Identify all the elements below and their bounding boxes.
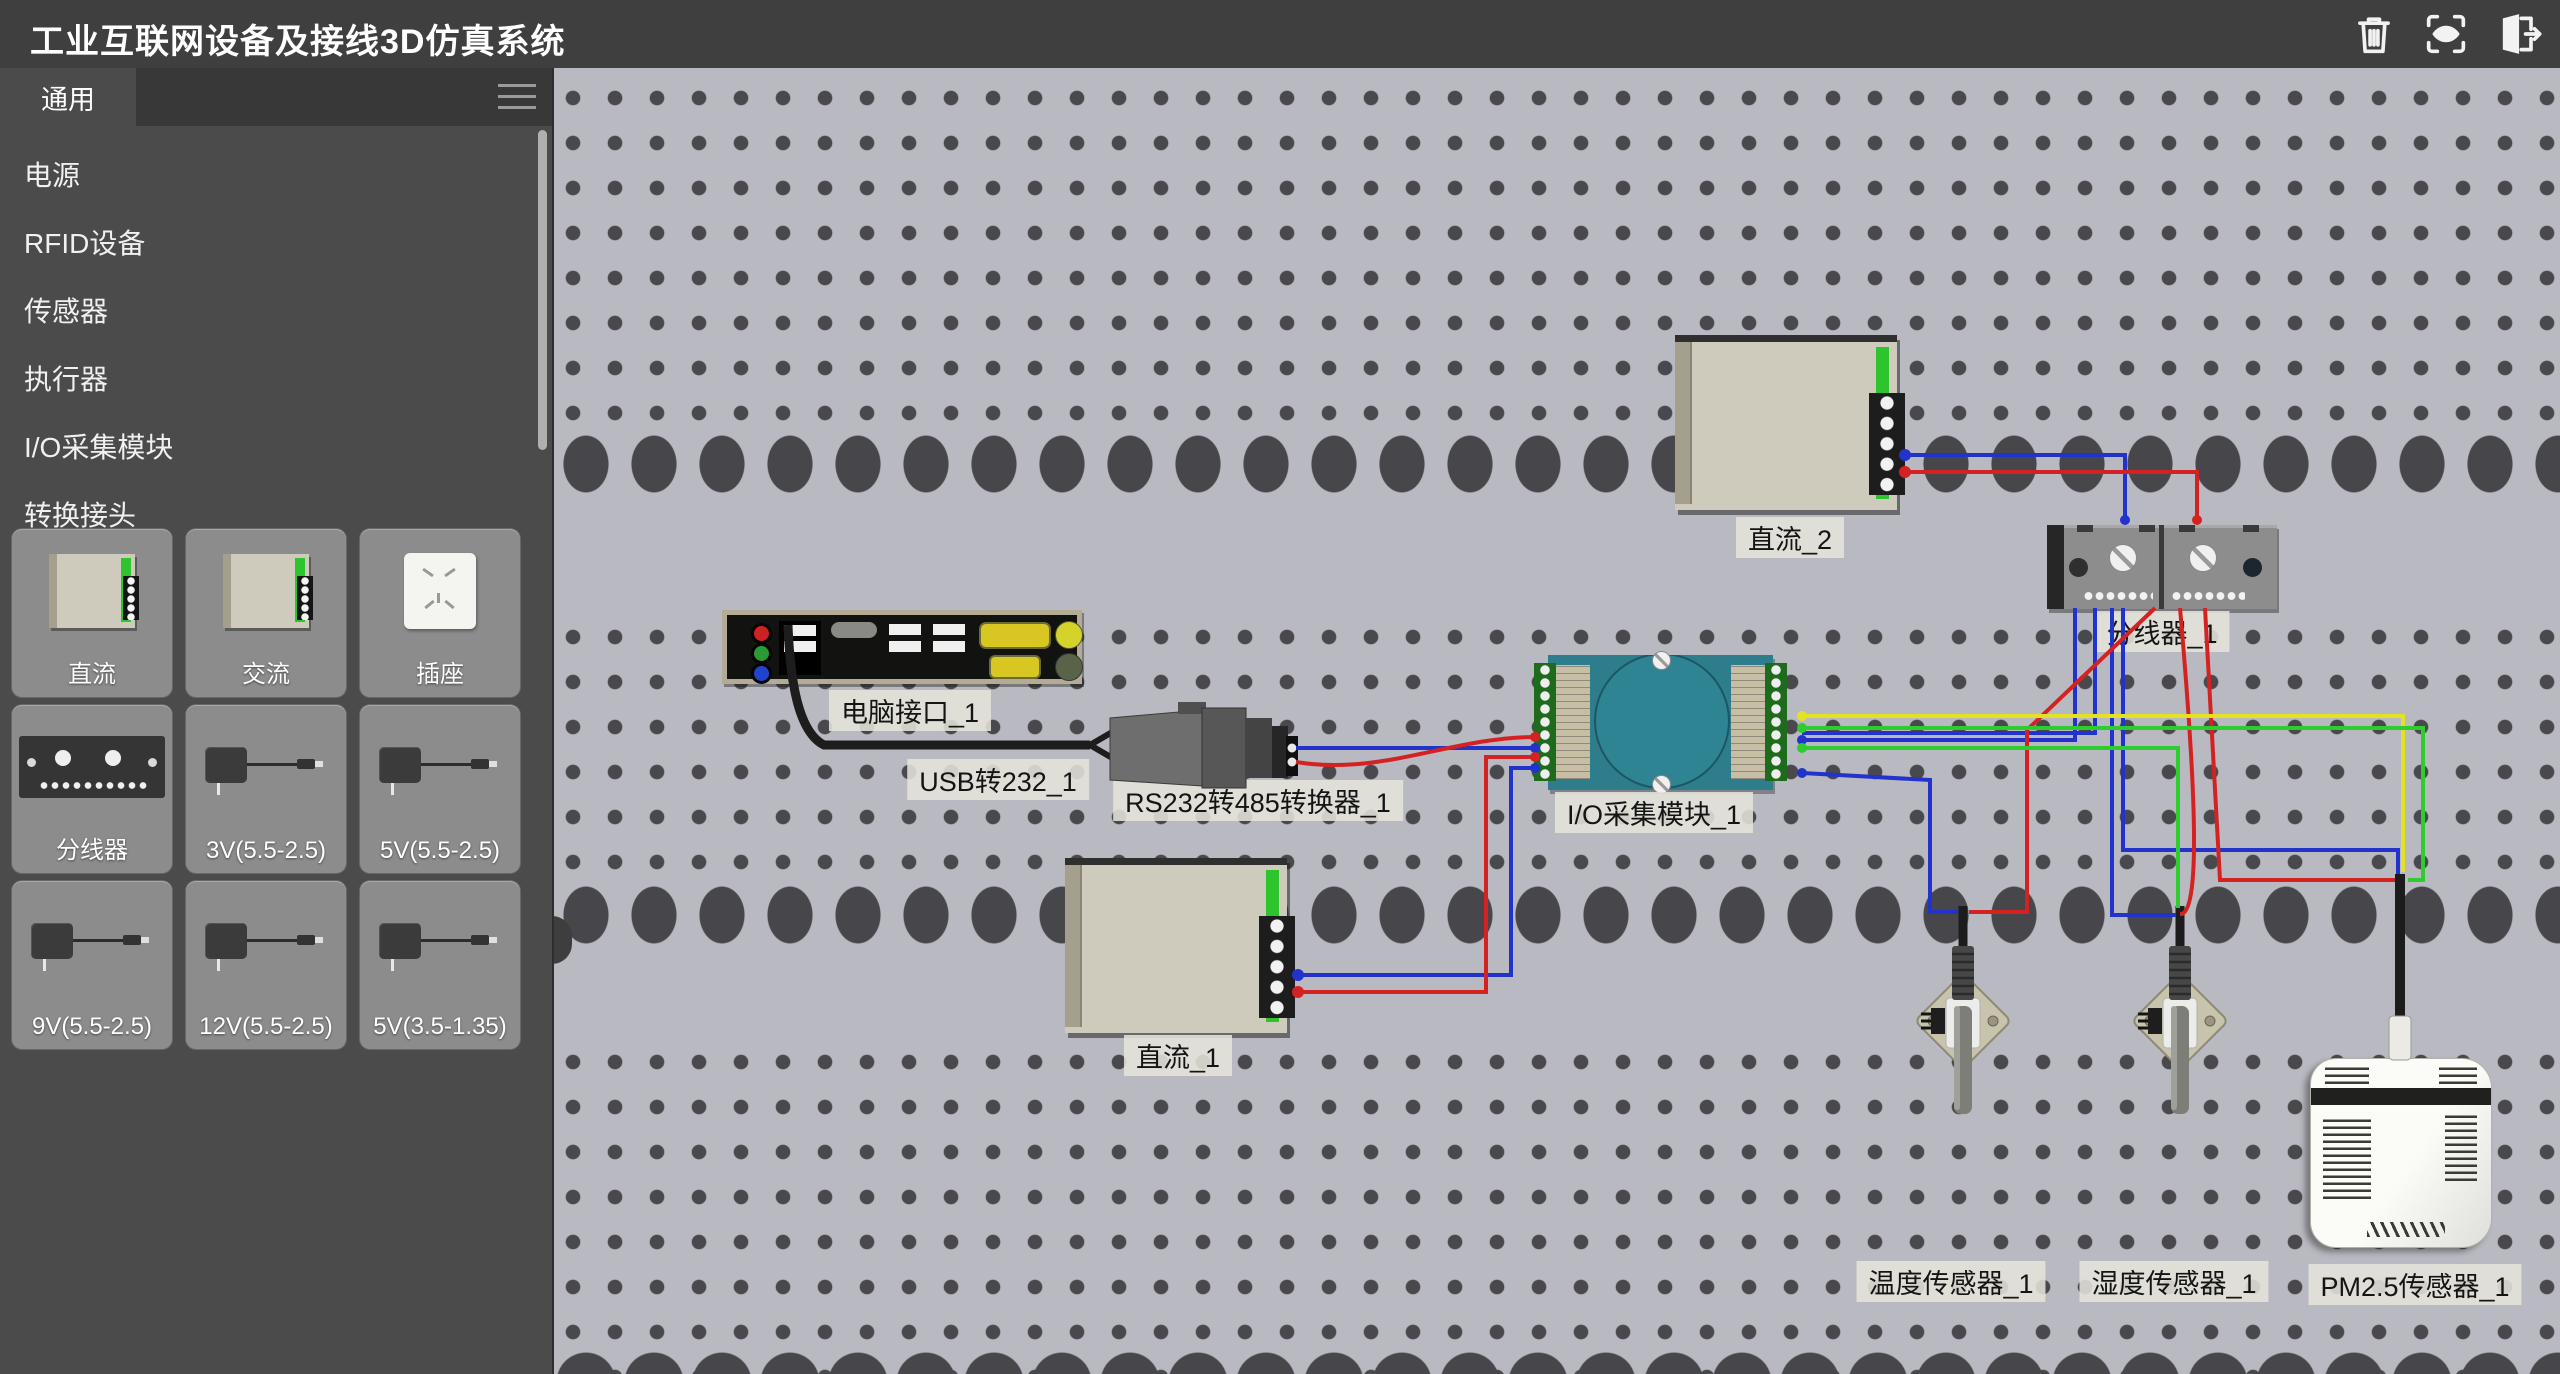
usb-port[interactable] [784, 641, 816, 652]
device-pm25-sensor[interactable] [2310, 1058, 2492, 1248]
sidebar-scrollbar[interactable] [538, 130, 547, 450]
view-focus-button[interactable] [2418, 6, 2474, 62]
top-bar: 工业互联网设备及接线3D仿真系统 [0, 0, 2560, 68]
device-dc-power-1[interactable] [1065, 858, 1287, 1033]
component-card-ac[interactable]: 交流 [186, 529, 346, 697]
component-card-9v[interactable]: 9V(5.5-2.5) [12, 881, 172, 1049]
device-label: I/O采集模块_1 [1555, 792, 1753, 833]
ac-power-thumb [223, 554, 309, 628]
terminal-block[interactable] [1259, 916, 1295, 1018]
device-io-module[interactable] [1548, 655, 1773, 790]
device-splitter[interactable] [2047, 525, 2277, 609]
device-label: PM2.5传感器_1 [2308, 1264, 2521, 1305]
pegboard-hole-band [552, 1330, 2560, 1374]
adapter-thumb [31, 915, 153, 971]
workspace-canvas[interactable]: 直流_2 电脑接口_1 USB转232_1 RS232转485转换器_1 I/O… [552, 68, 2560, 1374]
category-list: 电源 RFID设备 传感器 执行器 I/O采集模块 转换接头 [0, 126, 552, 550]
device-label: 电脑接口_1 [829, 690, 991, 731]
usb-port[interactable] [784, 625, 816, 636]
category-item-actuator[interactable]: 执行器 [0, 346, 552, 414]
pegboard-dots [552, 76, 2560, 435]
ps2-port [1055, 653, 1083, 681]
delete-button[interactable] [2346, 6, 2402, 62]
category-item-rfid[interactable]: RFID设备 [0, 210, 552, 278]
usb-port[interactable] [889, 641, 921, 652]
splitter-thumb [19, 736, 165, 798]
tab-general[interactable]: 通用 [0, 68, 136, 126]
component-card-socket[interactable]: 插座 [360, 529, 520, 697]
component-card-dc[interactable]: 直流 [12, 529, 172, 697]
serial-port-db25[interactable] [979, 622, 1051, 649]
adapter-thumb [379, 739, 501, 795]
terminal-strip-right[interactable] [1765, 663, 1787, 781]
eye-scan-icon [2420, 8, 2472, 60]
adapter-thumb [205, 915, 327, 971]
audio-jack-red [751, 623, 772, 644]
serial-port-db9[interactable] [989, 655, 1041, 679]
pegboard-hole-band [552, 886, 2560, 944]
pegboard-dots [552, 1040, 2560, 1374]
device-pc-interface[interactable] [722, 610, 1082, 684]
trash-icon [2348, 8, 2400, 60]
pegboard-hole-band [552, 435, 2560, 493]
usb-port[interactable] [933, 641, 965, 652]
category-item-power[interactable]: 电源 [0, 142, 552, 210]
exit-button[interactable] [2490, 6, 2546, 62]
socket-thumb [404, 553, 476, 629]
device-label: 温度传感器_1 [1856, 1261, 2045, 1302]
component-card-5v[interactable]: 5V(5.5-2.5) [360, 705, 520, 873]
exit-door-icon [2492, 8, 2544, 60]
terminal-row[interactable] [2171, 591, 2245, 601]
topbar-actions [2346, 6, 2546, 62]
device-label: 分线器_1 [2094, 611, 2229, 652]
device-label: RS232转485转换器_1 [1113, 780, 1403, 821]
adapter-thumb [205, 739, 327, 795]
component-card-5v-mini[interactable]: 5V(3.5-1.35) [360, 881, 520, 1049]
component-sidebar: 通用 电源 RFID设备 传感器 执行器 I/O采集模块 转换接头 直流 交流 … [0, 68, 554, 1374]
category-item-io-module[interactable]: I/O采集模块 [0, 414, 552, 482]
terminal-row[interactable] [2083, 591, 2153, 601]
device-label: USB转232_1 [907, 759, 1089, 800]
audio-jack-blue [751, 663, 772, 684]
usb-port[interactable] [889, 624, 921, 635]
audio-jack-green [751, 643, 772, 664]
adapter-thumb [379, 915, 501, 971]
device-dc-power-2[interactable] [1675, 335, 1897, 510]
terminal-strip-left[interactable] [1534, 663, 1556, 781]
dc-power-thumb [49, 554, 135, 628]
device-label: 直流_1 [1124, 1035, 1232, 1076]
component-card-3v[interactable]: 3V(5.5-2.5) [186, 705, 346, 873]
hamburger-icon[interactable] [498, 84, 536, 109]
usb-port[interactable] [933, 624, 965, 635]
component-grid: 直流 交流 插座 分线器 3V(5.5-2.5) 5V(5.5-2.5) 9V(… [12, 529, 520, 1049]
category-item-sensor[interactable]: 传感器 [0, 278, 552, 346]
component-card-12v[interactable]: 12V(5.5-2.5) [186, 881, 346, 1049]
app-title: 工业互联网设备及接线3D仿真系统 [30, 14, 565, 63]
component-card-splitter[interactable]: 分线器 [12, 705, 172, 873]
device-label: 湿度传感器_1 [2079, 1261, 2268, 1302]
terminal-block[interactable] [1869, 393, 1905, 495]
device-label: 直流_2 [1736, 517, 1844, 558]
ps2-port [1055, 621, 1083, 649]
sidebar-tab-row: 通用 [0, 68, 552, 126]
